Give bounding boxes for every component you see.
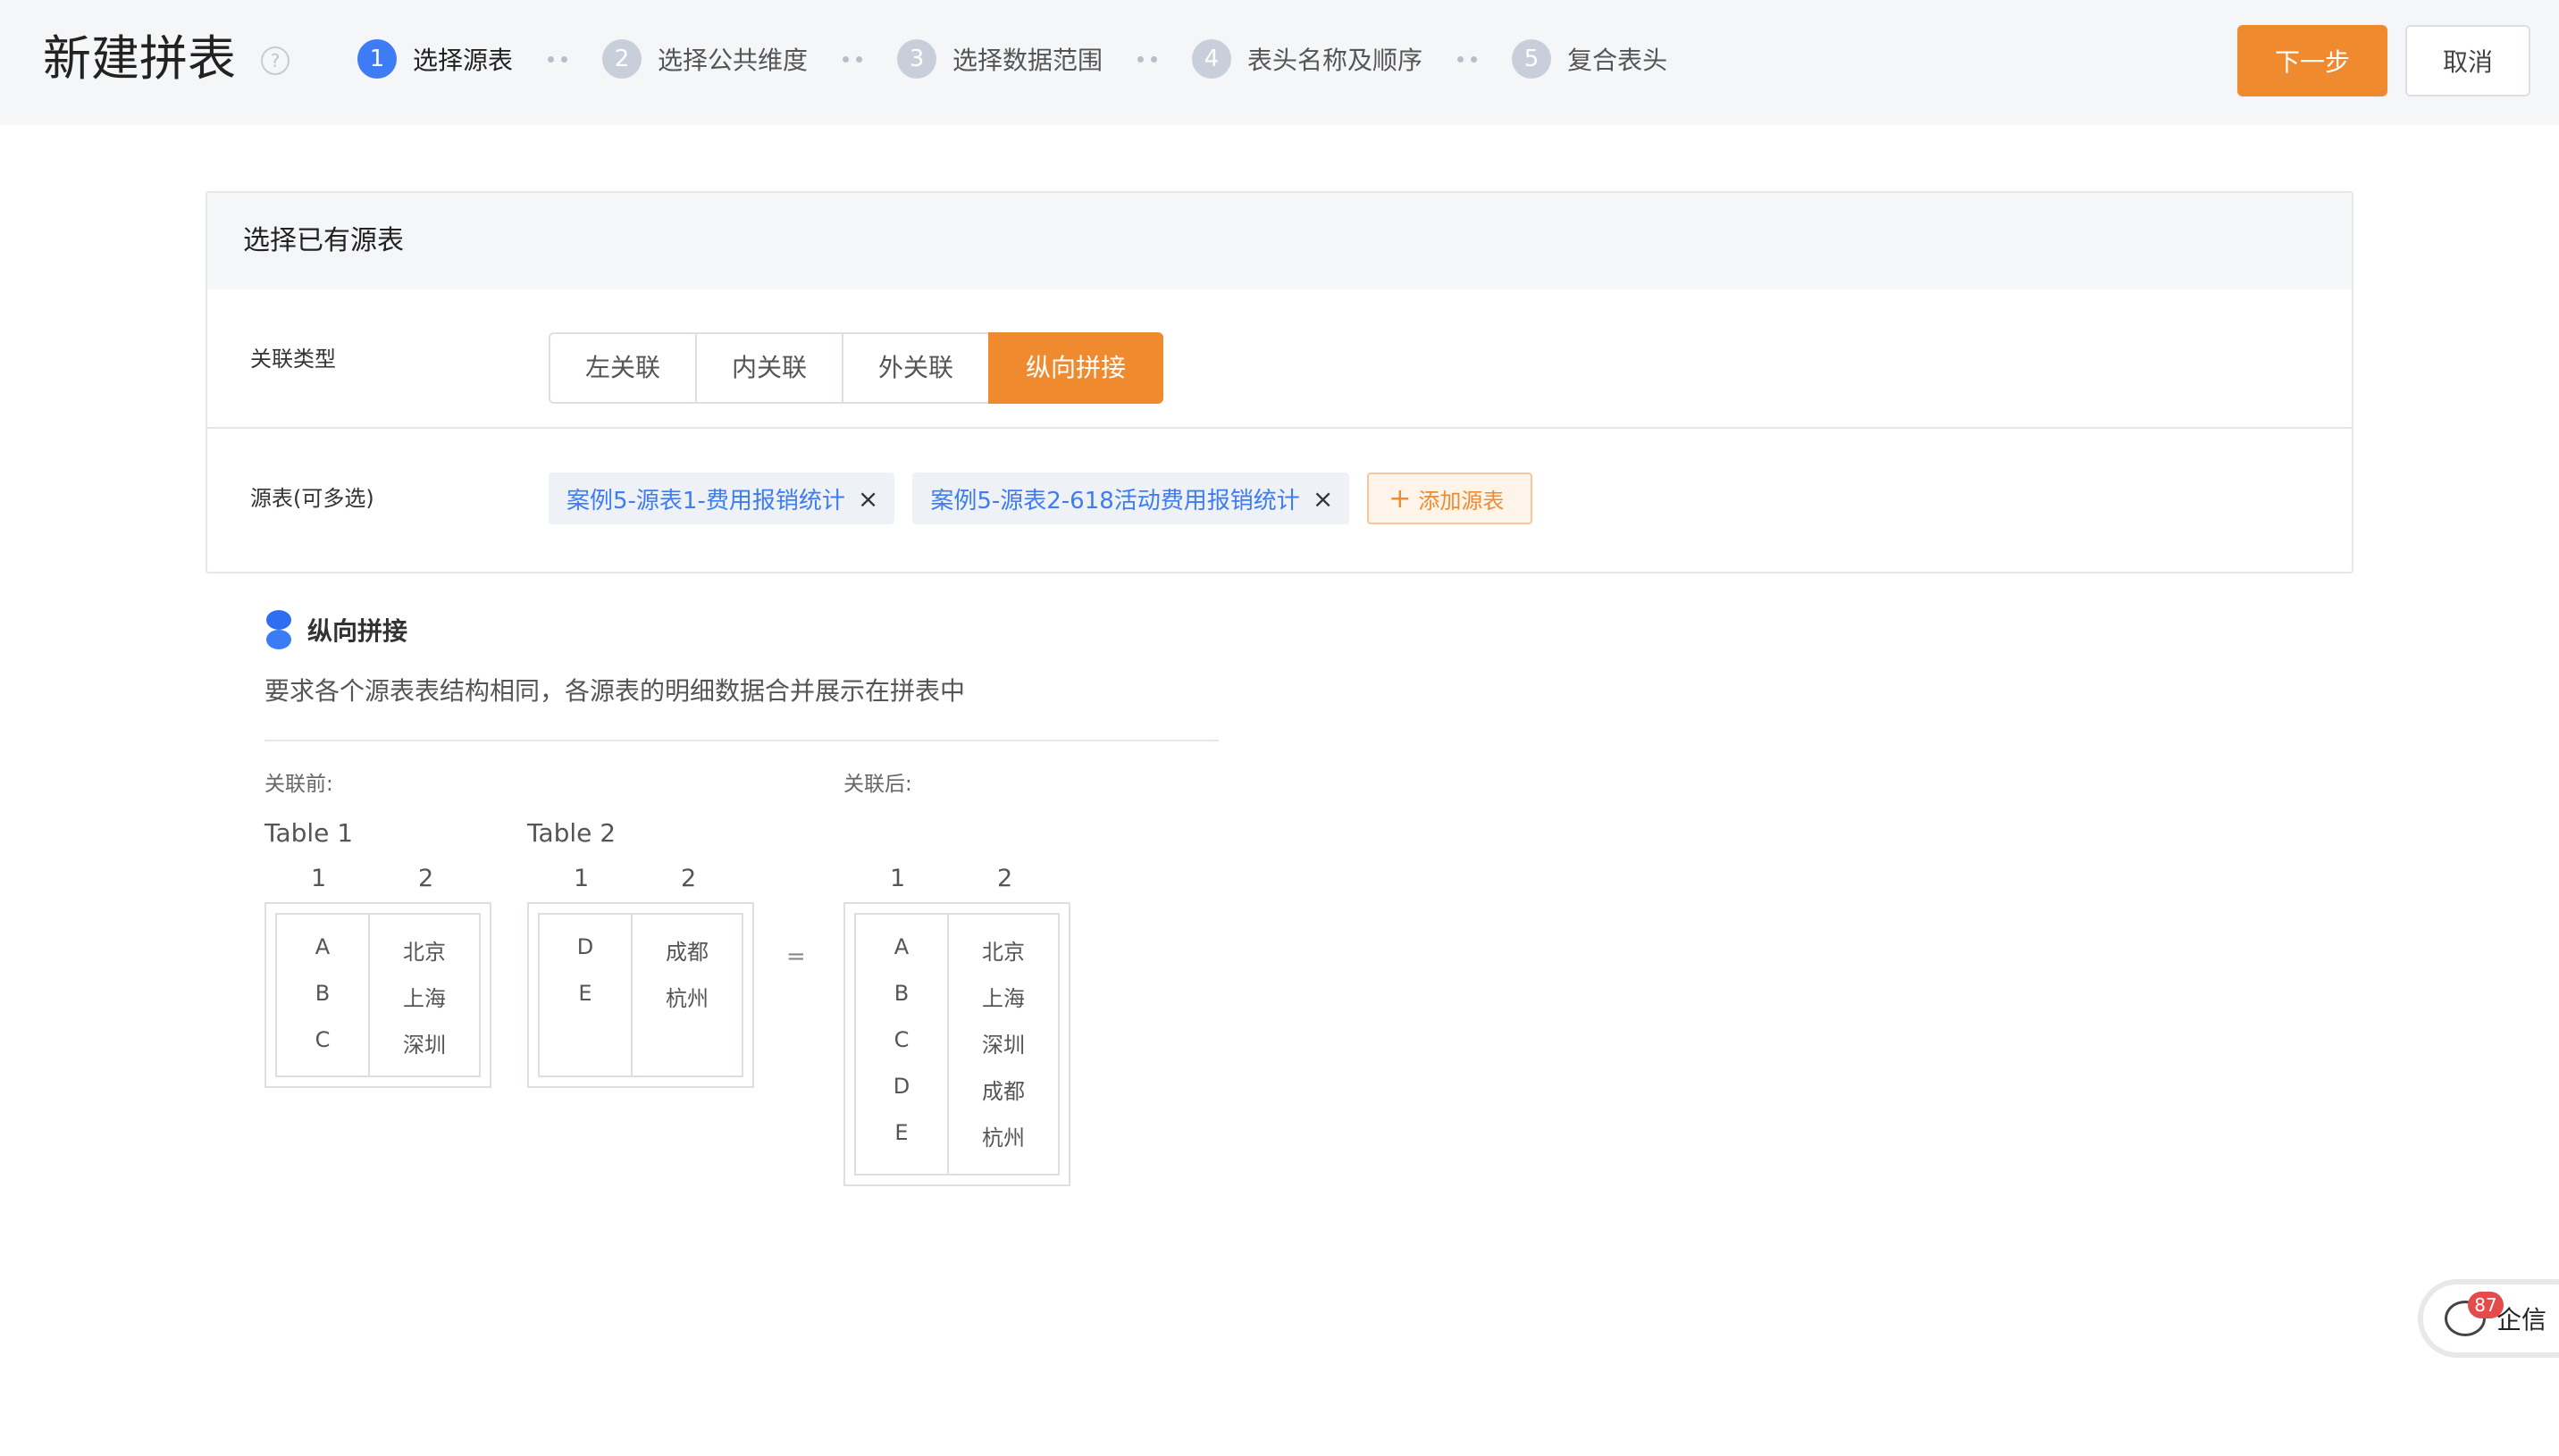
step-label: 选择源表: [413, 46, 514, 75]
close-icon[interactable]: ×: [1313, 484, 1333, 514]
cancel-button[interactable]: 取消: [2405, 25, 2530, 96]
source-tag[interactable]: 案例5-源表1-费用报销统计 ×: [549, 473, 895, 524]
table2-col-header: 2: [681, 865, 697, 892]
table1-title: Table 1: [264, 818, 354, 848]
step-label: 选择公共维度: [658, 46, 809, 75]
close-icon[interactable]: ×: [858, 484, 878, 514]
join-type-segmented-control: 左关联 内关联 外关联 纵向拼接: [549, 332, 1163, 404]
source-tables-row: 源表(可多选) 案例5-源表1-费用报销统计 × 案例5-源表2-618活动费用…: [207, 429, 2352, 572]
table-cell: 成都: [666, 940, 709, 965]
step-separator: [1422, 55, 1512, 63]
step-separator: [513, 55, 602, 63]
step-4[interactable]: 4 表头名称及顺序: [1192, 39, 1422, 79]
step-number: 2: [602, 39, 642, 79]
step-label: 复合表头: [1567, 46, 1668, 75]
table-cell: 上海: [403, 986, 446, 1011]
description-text: 要求各个源表表结构相同，各源表的明细数据合并展示在拼表中: [264, 676, 966, 706]
table2-illustration: D E 成都 杭州: [527, 902, 754, 1088]
step-5[interactable]: 5 复合表头: [1512, 39, 1667, 79]
join-vertical-option[interactable]: 纵向拼接: [988, 332, 1163, 404]
result-col-header: 2: [997, 865, 1013, 892]
table2-col-header: 1: [574, 865, 590, 892]
table-cell: C: [315, 1027, 331, 1052]
unread-badge: 87: [2468, 1292, 2504, 1318]
vertical-join-icon: [264, 610, 291, 649]
description-title-row: 纵向拼接: [264, 607, 1219, 652]
table1-illustration: A B C 北京 上海 深圳: [264, 902, 491, 1088]
source-tag-label: 案例5-源表2-618活动费用报销统计: [930, 487, 1300, 515]
stepper: 1 选择源表 2 选择公共维度 3 选择数据范围 4 表头名称及顺序 5 复合表…: [357, 39, 1667, 79]
source-tag-list: 案例5-源表1-费用报销统计 × 案例5-源表2-618活动费用报销统计 × +…: [549, 472, 1533, 525]
result-table-illustration: A B C D E 北京 上海 深圳 成都 杭州: [843, 902, 1070, 1186]
description-title: 纵向拼接: [307, 616, 408, 646]
add-source-label: 添加源表: [1418, 488, 1505, 514]
step-2[interactable]: 2 选择公共维度: [602, 39, 808, 79]
source-tag-label: 案例5-源表1-费用报销统计: [566, 487, 845, 515]
table-cell: 深圳: [403, 1033, 446, 1058]
table1-col-header: 2: [418, 865, 434, 892]
step-number: 5: [1512, 39, 1552, 79]
table-cell: 成都: [982, 1079, 1025, 1104]
step-number: 3: [897, 39, 937, 79]
join-type-label: 关联类型: [250, 347, 336, 372]
page-title: 新建拼表: [43, 30, 236, 87]
table-cell: E: [894, 1120, 909, 1145]
after-label: 关联后:: [843, 773, 912, 796]
table-cell: 深圳: [982, 1033, 1025, 1058]
join-inner-option[interactable]: 内关联: [695, 332, 843, 404]
table-cell: E: [578, 981, 592, 1006]
join-description: 纵向拼接 要求各个源表表结构相同，各源表的明细数据合并展示在拼表中: [264, 607, 1219, 741]
add-source-button[interactable]: + 添加源表: [1367, 473, 1533, 524]
join-left-option[interactable]: 左关联: [549, 332, 697, 404]
table-cell: 杭州: [666, 986, 709, 1011]
table-cell: 北京: [403, 940, 446, 965]
divider: [264, 740, 1219, 741]
table-cell: D: [893, 1074, 910, 1099]
step-separator: [808, 55, 897, 63]
table-cell: C: [894, 1027, 910, 1052]
source-table-card: 选择已有源表 关联类型 左关联 内关联 外关联 纵向拼接 源表(可多选) 案例5…: [206, 191, 2353, 573]
table-cell: D: [576, 934, 594, 959]
join-type-row: 关联类型 左关联 内关联 外关联 纵向拼接: [207, 289, 2352, 429]
step-label: 选择数据范围: [952, 46, 1103, 75]
table1-col-header: 1: [311, 865, 327, 892]
plus-icon: +: [1389, 482, 1412, 515]
question-circle-icon[interactable]: ?: [261, 46, 289, 75]
table-cell: 杭州: [982, 1125, 1025, 1151]
join-outer-option[interactable]: 外关联: [842, 332, 990, 404]
table-cell: B: [894, 981, 910, 1006]
equals-sign: =: [786, 943, 806, 970]
table2-title: Table 2: [527, 818, 617, 848]
before-label: 关联前:: [264, 773, 333, 796]
step-1[interactable]: 1 选择源表: [357, 39, 513, 79]
table-cell: 北京: [982, 940, 1025, 965]
top-header: 新建拼表 ? 1 选择源表 2 选择公共维度 3 选择数据范围 4 表头名称及顺…: [0, 0, 2559, 125]
step-number: 4: [1192, 39, 1232, 79]
table-cell: B: [315, 981, 331, 1006]
table-cell: A: [315, 934, 331, 959]
step-separator: [1103, 55, 1192, 63]
card-title: 选择已有源表: [207, 193, 2352, 289]
step-3[interactable]: 3 选择数据范围: [897, 39, 1103, 79]
step-label: 表头名称及顺序: [1247, 46, 1423, 75]
source-tables-label: 源表(可多选): [250, 486, 374, 511]
next-step-button[interactable]: 下一步: [2237, 25, 2387, 96]
chat-label: 企信: [2496, 1305, 2547, 1335]
step-number: 1: [357, 39, 397, 79]
result-col-header: 1: [890, 865, 906, 892]
table-cell: 上海: [982, 986, 1025, 1011]
table-cell: A: [894, 934, 910, 959]
source-tag[interactable]: 案例5-源表2-618活动费用报销统计 ×: [912, 473, 1350, 524]
